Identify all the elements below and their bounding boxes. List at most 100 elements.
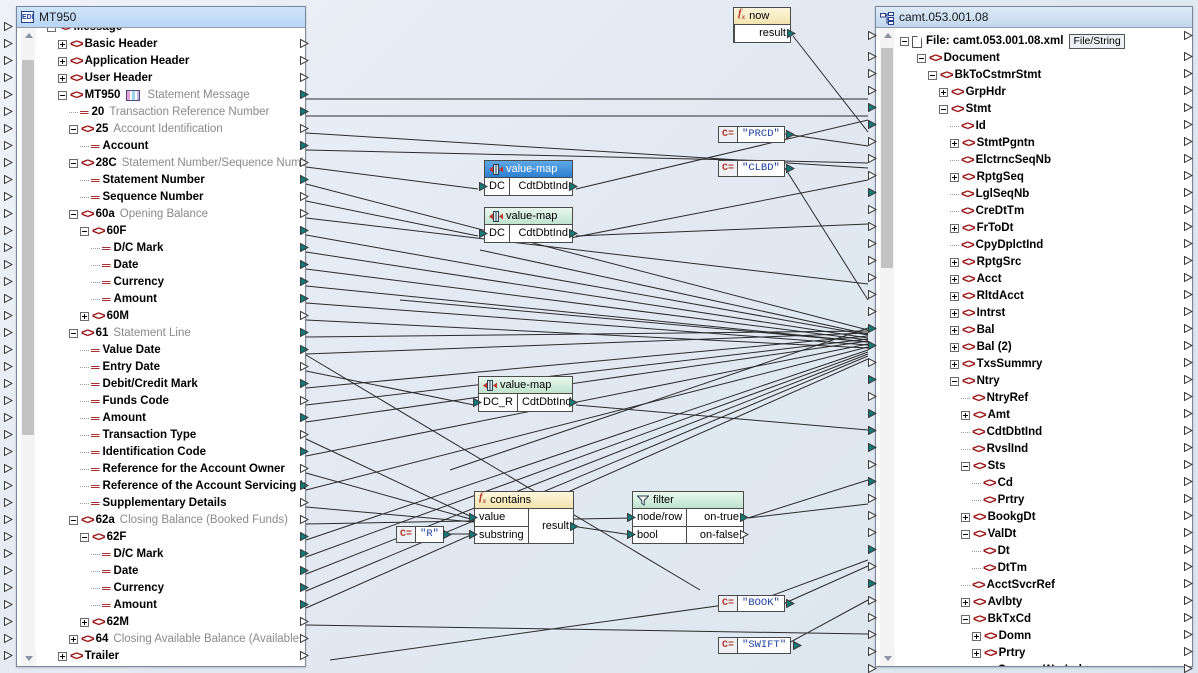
target-input-connector[interactable]: [868, 630, 877, 639]
source-input-connector[interactable]: [4, 175, 13, 184]
tree-row[interactable]: <>FrToDt: [898, 220, 1188, 237]
tree-row[interactable]: <>60aOpening Balance: [39, 206, 301, 223]
tree-row[interactable]: ═Account: [39, 138, 301, 155]
tree-row[interactable]: <>RvslInd: [898, 441, 1188, 458]
target-input-connector[interactable]: [868, 358, 877, 367]
tree-minus-toggle[interactable]: [47, 28, 56, 32]
target-tree-body[interactable]: File: camt.053.001.08.xml File/String <>…: [876, 28, 1192, 666]
tree-row[interactable]: <>Application Header: [39, 53, 301, 70]
source-input-connector[interactable]: [4, 56, 13, 65]
tree-row[interactable]: ═Amount: [39, 410, 301, 427]
tree-plus-toggle[interactable]: [69, 635, 78, 644]
source-output-connector[interactable]: [300, 243, 309, 252]
tree-row[interactable]: <>CreDtTm: [898, 203, 1188, 220]
source-input-connector[interactable]: [4, 158, 13, 167]
tree-row[interactable]: <>62F: [39, 529, 301, 546]
tree-row[interactable]: <>Id: [898, 118, 1188, 135]
source-output-connector[interactable]: [300, 124, 309, 133]
target-output-connector[interactable]: [1184, 69, 1193, 78]
target-output-connector[interactable]: [1184, 205, 1193, 214]
target-output-connector[interactable]: [1184, 460, 1193, 469]
source-input-connector[interactable]: [4, 22, 13, 31]
source-output-connector[interactable]: [300, 345, 309, 354]
source-output-connector[interactable]: [300, 515, 309, 524]
target-output-connector[interactable]: [1184, 290, 1193, 299]
tree-row[interactable]: <>Trailer: [39, 648, 301, 665]
scroll-thumb[interactable]: [881, 48, 893, 268]
source-vertical-scrollbar[interactable]: [21, 28, 35, 666]
scroll-thumb[interactable]: [22, 60, 34, 435]
tree-row[interactable]: <>Sts: [898, 458, 1188, 475]
tree-row[interactable]: ═D/C Mark: [39, 546, 301, 563]
tree-row[interactable]: <>60F: [39, 223, 301, 240]
tree-row[interactable]: <>BkToCstmrStmt: [898, 67, 1188, 84]
source-component-mt950[interactable]: EDI MT950 <>Message<>Basic Header<>Appli…: [16, 6, 306, 667]
function-output-row[interactable]: CdtDbtInd: [518, 394, 576, 411]
source-output-connector[interactable]: [300, 600, 309, 609]
tree-row[interactable]: <>RptgSeq: [898, 169, 1188, 186]
source-output-connector[interactable]: [300, 73, 309, 82]
source-output-connector[interactable]: [300, 532, 309, 541]
source-output-connector[interactable]: [300, 328, 309, 337]
tree-row[interactable]: ═Transaction Type: [39, 427, 301, 444]
target-input-connector[interactable]: [868, 69, 877, 78]
target-output-connector[interactable]: [1184, 375, 1193, 384]
tree-row[interactable]: <>NtryRef: [898, 390, 1188, 407]
target-input-connector[interactable]: [868, 256, 877, 265]
function-input-port[interactable]: [627, 513, 636, 522]
tree-row[interactable]: ═Debit/Credit Mark: [39, 376, 301, 393]
function-header[interactable]: value-map: [479, 377, 572, 394]
tree-row[interactable]: <>ValDt: [898, 526, 1188, 543]
source-output-connector[interactable]: [300, 549, 309, 558]
target-input-connector[interactable]: [868, 494, 877, 503]
function-output-row[interactable]: CdtDbtInd: [510, 178, 572, 195]
function-now[interactable]: fxnowresult: [733, 7, 791, 43]
target-output-connector[interactable]: [1184, 324, 1193, 333]
function-input-port[interactable]: [479, 229, 488, 238]
tree-row[interactable]: <>AcctSvcrRef: [898, 577, 1188, 594]
target-tree[interactable]: <>Document<>BkToCstmrStmt<>GrpHdr<>Stmt<…: [898, 50, 1188, 666]
target-output-connector[interactable]: [1184, 86, 1193, 95]
scroll-up-button[interactable]: [880, 28, 895, 43]
source-output-connector[interactable]: [300, 413, 309, 422]
tree-row[interactable]: ═Amount: [39, 597, 301, 614]
tree-plus-toggle[interactable]: [58, 40, 67, 49]
source-input-connector[interactable]: [4, 311, 13, 320]
source-input-connector[interactable]: [4, 532, 13, 541]
tree-row[interactable]: <>62M: [39, 614, 301, 631]
tree-row[interactable]: <>GrpHdr: [898, 84, 1188, 101]
source-input-connector[interactable]: [4, 634, 13, 643]
source-output-connector[interactable]: [300, 39, 309, 48]
tree-plus-toggle[interactable]: [961, 411, 970, 420]
tree-row[interactable]: <>ComssnWvrInd: [898, 662, 1188, 666]
tree-row[interactable]: <>Avlbty: [898, 594, 1188, 611]
tree-minus-toggle[interactable]: [939, 105, 948, 114]
tree-row[interactable]: ═Currency: [39, 274, 301, 291]
tree-minus-toggle[interactable]: [961, 530, 970, 539]
source-output-connector[interactable]: [300, 617, 309, 626]
target-input-connector[interactable]: [868, 579, 877, 588]
function-contains[interactable]: fxcontainsvaluesubstringresult: [474, 491, 574, 544]
source-output-connector[interactable]: [300, 651, 309, 660]
tree-row[interactable]: ═Reference for the Account Owner: [39, 461, 301, 478]
tree-minus-toggle[interactable]: [69, 125, 78, 134]
target-output-connector[interactable]: [1184, 171, 1193, 180]
constant-const-prcd[interactable]: C="PRCD": [718, 126, 785, 143]
target-output-connector[interactable]: [1184, 562, 1193, 571]
source-output-connector[interactable]: [300, 481, 309, 490]
target-input-connector[interactable]: [868, 341, 877, 350]
function-input-row[interactable]: substring: [475, 526, 528, 543]
tree-row[interactable]: <>62aClosing Balance (Booked Funds): [39, 512, 301, 529]
source-input-connector[interactable]: [4, 515, 13, 524]
source-input-connector[interactable]: [4, 345, 13, 354]
tree-row[interactable]: ═Currency: [39, 580, 301, 597]
source-input-connector[interactable]: [4, 379, 13, 388]
target-output-connector[interactable]: [1184, 409, 1193, 418]
target-output-connector[interactable]: [1184, 188, 1193, 197]
function-input-row[interactable]: DC: [485, 225, 509, 242]
function-output-port[interactable]: [787, 29, 796, 38]
target-output-connector[interactable]: [1184, 613, 1193, 622]
tree-plus-toggle[interactable]: [950, 309, 959, 318]
tree-row[interactable]: <>BkTxCd: [898, 611, 1188, 628]
target-output-connector[interactable]: [1184, 494, 1193, 503]
